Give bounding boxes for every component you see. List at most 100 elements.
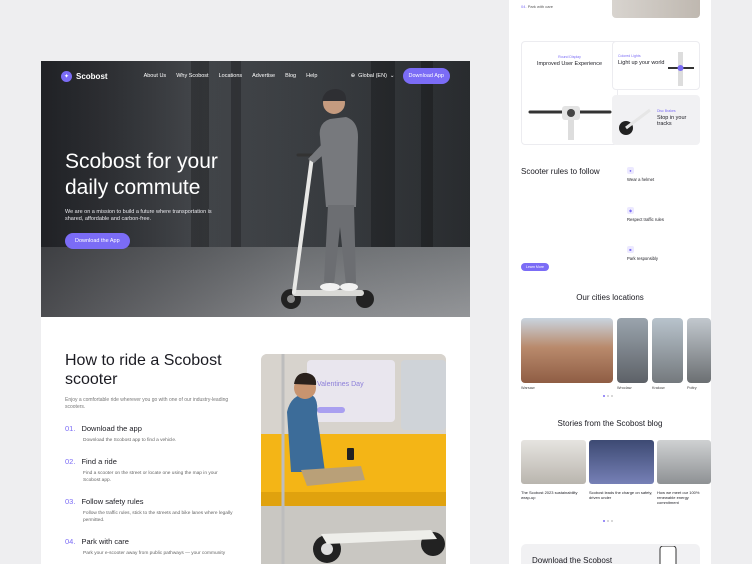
train-scene: Valentines Day [261, 354, 446, 564]
nav-item-blog[interactable]: Blog [285, 73, 296, 79]
rule-item: ● Wear a helmet [627, 167, 697, 182]
city-label: Wroclaw [617, 386, 632, 390]
feature-description [532, 69, 607, 74]
handlebar-illustration [528, 106, 612, 140]
step-title: Find a ride [81, 457, 117, 466]
post-image [521, 440, 586, 484]
landing-page-main: ✦ Scobost About Us Why Scobost Locations… [41, 61, 470, 564]
how-to-ride-section: How to ride a Scobost scooter Enjoy a co… [41, 317, 470, 564]
city-card-wroclaw[interactable] [617, 318, 648, 383]
blog-post-card[interactable]: How we meet our 100% renewable energy co… [657, 440, 711, 505]
step-number: 04. [65, 537, 76, 546]
city-card-krakow[interactable] [652, 318, 683, 383]
learn-more-button[interactable]: Learn More [521, 263, 549, 271]
brake-illustration [619, 108, 651, 135]
ride-subtitle: Enjoy a comfortable ride wherever you go… [65, 397, 229, 410]
top-image-preview [612, 0, 700, 18]
landing-page-overview: 04. Park with care Round Display Improve… [509, 0, 711, 564]
nav-item-locations[interactable]: Locations [219, 73, 243, 79]
city-label: Poltry [687, 386, 697, 390]
hero-section: ✦ Scobost About Us Why Scobost Locations… [41, 61, 470, 317]
step-item: 03. Follow safety rules Follow the traffi… [65, 497, 235, 524]
step-description: Follow the traffic rules, stick to the s… [83, 511, 233, 523]
globe-icon: ⊕ [350, 73, 356, 79]
step-number: 01. [65, 424, 76, 433]
post-title: Scobost leads the charge on safety, driv… [589, 490, 653, 500]
logo-icon: ✦ [61, 70, 72, 82]
phone-icon [659, 546, 677, 564]
logo[interactable]: ✦ Scobost [61, 70, 108, 82]
nav-item-why[interactable]: Why Scobost [176, 73, 208, 79]
step-description: Park your e-scooter away from public pat… [83, 551, 226, 556]
step-item: 01. Download the app Download the Scobost… [65, 424, 235, 444]
top-step-preview: 04. Park with care [521, 4, 611, 9]
hero-title: Scobost for your daily commute [65, 150, 218, 199]
chevron-down-icon: ⌄ [389, 73, 395, 79]
post-title: The Scobost 2023 sustainability wrap-up [521, 490, 578, 500]
step-number: 02. [65, 457, 76, 466]
traffic-icon: ◆ [627, 207, 634, 214]
valentines-sign: Valentines Day [317, 381, 364, 388]
step-number: 03. [65, 497, 76, 506]
rider-shoe [320, 283, 340, 291]
post-title: How we meet our 100% renewable energy co… [657, 490, 700, 505]
nav-item-advertise[interactable]: Advertise [252, 73, 275, 79]
download-app-button[interactable]: Download App [402, 68, 450, 84]
carousel-dots[interactable] [603, 395, 613, 397]
step-item: 04. Park with care Park your e-scooter aw… [65, 537, 235, 557]
step-item: 02. Find a ride Find a scooter on the str… [65, 457, 235, 484]
logo-text: Scobost [76, 71, 108, 81]
top-nav: ✦ Scobost About Us Why Scobost Locations… [41, 61, 470, 91]
feature-card-lights: Colored Lights Light up your world [612, 41, 700, 90]
city-label: Krakow [652, 386, 665, 390]
language-selector[interactable]: ⊕ Global (EN) ⌄ [351, 73, 395, 79]
nav-menu: About Us Why Scobost Locations Advertise… [144, 73, 318, 79]
city-card-poltry[interactable] [687, 318, 711, 383]
blog-post-card[interactable]: Scobost leads the charge on safety, driv… [589, 440, 654, 500]
rule-item: ◆ Respect traffic rules [627, 207, 697, 222]
carousel-dots[interactable] [603, 520, 613, 522]
phone-icon [347, 448, 354, 460]
cities-title: Our cities locations [576, 293, 644, 302]
feature-card-display: Round Display Improved User Experience [521, 41, 618, 145]
rider-pants [324, 205, 356, 285]
yellow-seat [261, 434, 446, 492]
rider-jacket [319, 117, 358, 207]
step-description: Download the Scobost app to find a vehic… [83, 438, 177, 443]
step-title: Download the app [81, 424, 142, 433]
feature-kicker: Round Display [558, 55, 581, 59]
rider-shoe [340, 283, 358, 291]
nav-item-help[interactable]: Help [306, 73, 317, 79]
helmet-icon: ● [627, 167, 634, 174]
feature-title: Stop in your tracks [657, 115, 687, 127]
rule-title: Respect traffic rules [627, 217, 664, 222]
hero-download-button[interactable]: Download the App [65, 233, 130, 249]
step-number: 04. [521, 4, 527, 9]
feature-kicker: Disc Brakes [657, 109, 676, 113]
scooter-hub [287, 295, 295, 303]
nav-item-about[interactable]: About Us [144, 73, 167, 79]
post-image [657, 440, 711, 484]
light-illustration [668, 52, 694, 86]
rule-title: Wear a helmet [627, 177, 655, 182]
hero-text: Scobost for your daily commute We are on… [65, 149, 255, 249]
rider-illustration [281, 89, 374, 309]
hero-subtitle: We are on a mission to build a future wh… [65, 209, 212, 222]
step-title: Park with care [527, 4, 554, 9]
parking-icon: ■ [627, 246, 634, 253]
ride-title: How to ride a Scobost scooter [65, 352, 222, 388]
download-banner: Download the Scobost [521, 544, 700, 564]
rule-title: Park responsibly [627, 256, 658, 261]
post-image [589, 440, 654, 484]
step-description: Find a scooter on the street or locate o… [83, 471, 218, 483]
rules-title: Scooter rules to follow [521, 167, 600, 176]
download-title: Download the Scobost [532, 556, 613, 564]
blog-post-card[interactable]: The Scobost 2023 sustainability wrap-up [521, 440, 586, 500]
city-card-warsaw[interactable] [521, 318, 613, 383]
ride-photo: Valentines Day [261, 354, 446, 564]
language-label: Global (EN) [358, 73, 387, 79]
city-label: Warsaw [521, 386, 535, 390]
blog-title: Stories from the Scobost blog [557, 419, 663, 428]
feature-card-brakes: Disc Brakes Stop in your tracks [612, 95, 700, 145]
feature-title: Improved User Experience [536, 61, 603, 67]
